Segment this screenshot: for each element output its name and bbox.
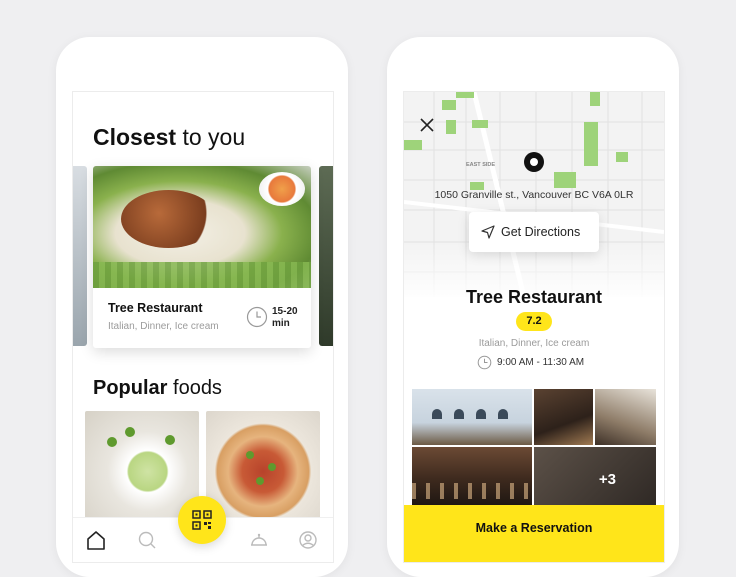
gallery-photo[interactable]	[595, 389, 656, 445]
next-restaurant-card[interactable]	[319, 166, 333, 346]
get-directions-label: Get Directions	[501, 225, 581, 239]
gallery-more-photos[interactable]: +3	[534, 447, 656, 505]
gallery-photo[interactable]	[412, 447, 532, 505]
photo-napkin	[93, 262, 311, 288]
popular-heading: Popular foods	[93, 377, 222, 400]
get-directions-button[interactable]: Get Directions	[469, 212, 599, 252]
closest-heading: Closest to you	[93, 124, 245, 151]
restaurant-title: Tree Restaurant	[465, 287, 603, 307]
restaurant-detail-screen: EAST SIDE 1050 Granville st., Vancouver …	[403, 91, 665, 563]
clock-icon	[246, 306, 268, 328]
delivery-time-range: 15-20	[272, 306, 298, 317]
map-label: EAST SIDE	[466, 162, 496, 168]
cloche-icon[interactable]	[247, 528, 271, 552]
gallery-photo[interactable]	[534, 389, 593, 445]
closest-heading-bold: Closest	[93, 124, 177, 150]
map-view[interactable]: EAST SIDE 1050 Granville st., Vancouver …	[404, 92, 664, 297]
popular-heading-rest: foods	[167, 377, 222, 399]
restaurant-name: Tree Restaurant	[108, 301, 203, 315]
topping-decoration	[268, 463, 276, 471]
opening-hours: 9:00 AM - 11:30 AM	[477, 355, 584, 371]
qr-scan-button[interactable]	[178, 496, 226, 544]
photo-dish	[121, 190, 216, 248]
make-reservation-label: Make a Reservation	[475, 521, 593, 535]
clock-icon	[477, 355, 492, 370]
home-screen: Closest to you Tree Restaurant Italian, …	[72, 91, 334, 563]
restaurant-address: 1050 Granville st., Vancouver BC V6A 0LR	[434, 189, 634, 201]
restaurant-tags: Italian, Dinner, Ice cream	[108, 321, 219, 332]
garnish-decoration	[125, 427, 135, 437]
topping-decoration	[256, 477, 264, 485]
more-photos-count: +3	[598, 471, 616, 488]
qr-code-icon	[192, 510, 212, 530]
restaurant-categories: Italian, Dinner, Ice cream	[478, 338, 590, 349]
photo-gallery: +3	[412, 389, 656, 505]
closest-heading-rest: to you	[176, 124, 246, 150]
garnish-decoration	[107, 437, 117, 447]
delivery-time: 15-20 min	[272, 306, 306, 330]
gallery-photo[interactable]	[412, 389, 532, 445]
phone-frame-left: Closest to you Tree Restaurant Italian, …	[56, 37, 348, 577]
phone-frame-right: EAST SIDE 1050 Granville st., Vancouver …	[387, 37, 679, 577]
garnish-decoration	[165, 435, 175, 445]
popular-heading-bold: Popular	[93, 377, 168, 399]
photo-side-bowl	[259, 172, 305, 206]
delivery-time-unit: min	[272, 318, 290, 329]
rating-badge: 7.2	[516, 312, 552, 331]
lamp-decoration	[476, 409, 486, 419]
home-icon[interactable]	[84, 528, 108, 552]
close-icon[interactable]	[418, 116, 436, 134]
restaurant-card[interactable]: Tree Restaurant Italian, Dinner, Ice cre…	[93, 166, 311, 348]
profile-icon[interactable]	[296, 528, 320, 552]
topping-decoration	[246, 451, 254, 459]
make-reservation-button[interactable]: Make a Reservation	[404, 505, 664, 562]
chairs-decoration	[412, 483, 532, 499]
lamp-decoration	[454, 409, 464, 419]
location-pin-icon	[524, 152, 544, 172]
restaurant-photo	[93, 166, 311, 288]
lamp-decoration	[432, 409, 442, 419]
lamp-decoration	[498, 409, 508, 419]
prev-restaurant-card[interactable]	[73, 166, 87, 346]
food-card-pizza[interactable]	[206, 411, 320, 521]
opening-hours-text: 9:00 AM - 11:30 AM	[497, 357, 585, 368]
navigation-arrow-icon	[481, 225, 495, 239]
search-icon[interactable]	[135, 528, 159, 552]
tab-bar	[73, 496, 333, 562]
